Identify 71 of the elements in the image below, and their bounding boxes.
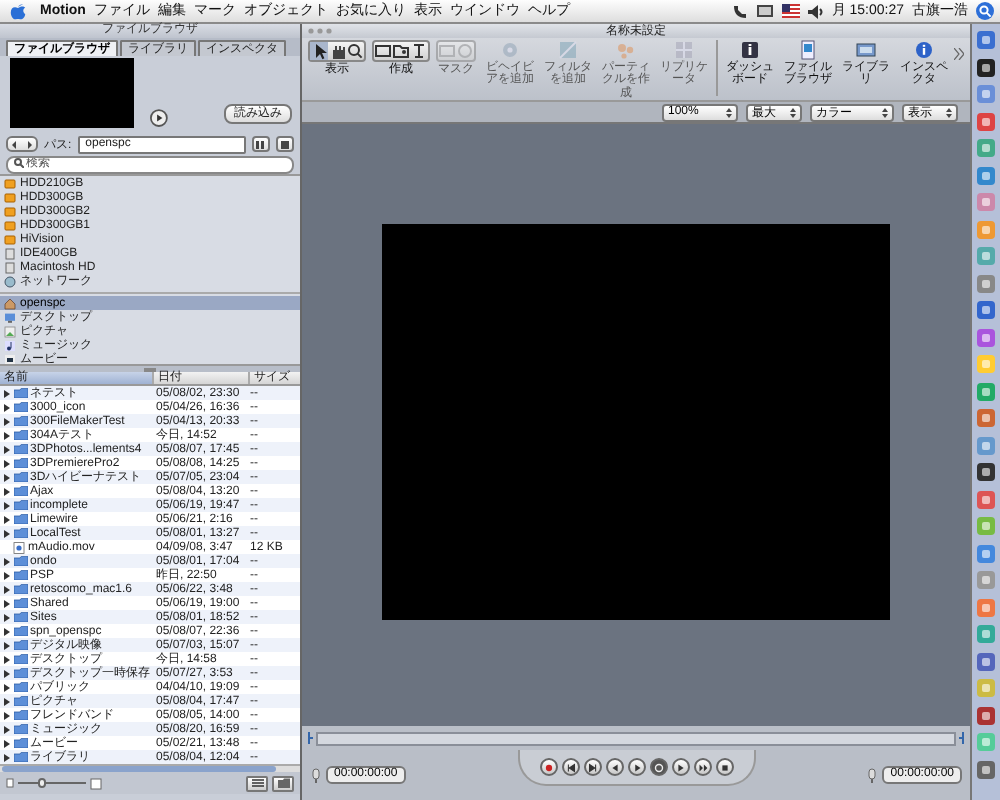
ibeam-tool[interactable] [410, 42, 428, 60]
pen-tool[interactable] [392, 42, 410, 60]
new-folder-button[interactable] [272, 775, 294, 791]
zoom-tool[interactable] [346, 42, 364, 60]
speaker-icon[interactable] [807, 3, 824, 19]
skip-back-icon [563, 759, 577, 775]
gear-icon [498, 40, 522, 60]
play-button[interactable] [627, 758, 645, 776]
filter-icon [556, 40, 580, 60]
list-icon [251, 778, 263, 788]
step-forward-button[interactable] [671, 758, 689, 776]
splitter-handle-icon[interactable] [144, 367, 156, 371]
skip-forward-icon [585, 759, 599, 775]
in-point-icon[interactable] [308, 732, 314, 744]
picture-icon [4, 325, 16, 337]
arrows-icon [10, 139, 34, 149]
microphone-icon [310, 767, 322, 783]
movie-file-icon [12, 541, 26, 553]
play-range-button[interactable] [693, 758, 711, 776]
display-icon[interactable] [755, 3, 774, 19]
go-to-start-button[interactable] [561, 758, 579, 776]
flag-icon[interactable] [781, 4, 800, 18]
search-icon[interactable] [976, 2, 994, 20]
loop-icon [651, 759, 665, 775]
hand-tool[interactable] [328, 42, 346, 60]
house-icon [4, 297, 16, 309]
list-view-button[interactable] [246, 775, 268, 791]
sparkle-icon [614, 40, 638, 60]
play-icon [629, 759, 643, 775]
square-icon [280, 139, 290, 149]
stepper-arrows-icon [790, 107, 796, 117]
audio-button[interactable] [715, 758, 733, 776]
small-file-icon [6, 778, 14, 788]
phone-icon[interactable] [731, 3, 748, 19]
columns-view-button[interactable] [252, 136, 270, 152]
stepper-arrows-icon [946, 107, 952, 117]
size-slider-thumb[interactable] [37, 778, 46, 788]
go-to-end-button[interactable] [583, 758, 601, 776]
folder-icon [277, 778, 289, 788]
back-forward-button[interactable] [6, 136, 38, 152]
stepper-arrows-icon [882, 107, 888, 117]
fast-forward-icon [695, 759, 709, 775]
music-note-icon [4, 339, 16, 351]
info-icon [912, 40, 936, 60]
columns-icon [256, 139, 266, 149]
library-icon [854, 40, 878, 60]
microphone-icon [866, 767, 879, 783]
file-panel-icon [796, 40, 820, 60]
icon-view-button[interactable] [276, 136, 294, 152]
apple-menu-icon[interactable] [10, 2, 26, 20]
film-icon [4, 353, 16, 364]
stepper-arrows-icon [726, 107, 732, 117]
play-button[interactable] [150, 108, 168, 128]
rectangle-tool[interactable] [374, 42, 392, 60]
pointer-tool[interactable] [310, 42, 328, 60]
dashboard-icon [738, 40, 762, 60]
preview-area [10, 58, 135, 128]
timeline-track[interactable] [316, 731, 956, 745]
overflow-chevron-icon[interactable] [954, 48, 964, 60]
left-triangle-icon [607, 759, 621, 775]
record-icon [541, 759, 555, 775]
record-button[interactable] [539, 758, 557, 776]
search-icon [14, 158, 24, 168]
large-file-icon [90, 777, 102, 789]
right-triangle-icon [673, 759, 687, 775]
step-back-button[interactable] [605, 758, 623, 776]
grid-icon [672, 40, 696, 60]
out-point-icon[interactable] [958, 732, 964, 744]
loop-button[interactable] [649, 758, 667, 776]
globe-icon [4, 275, 16, 287]
monitor-icon [4, 311, 16, 323]
